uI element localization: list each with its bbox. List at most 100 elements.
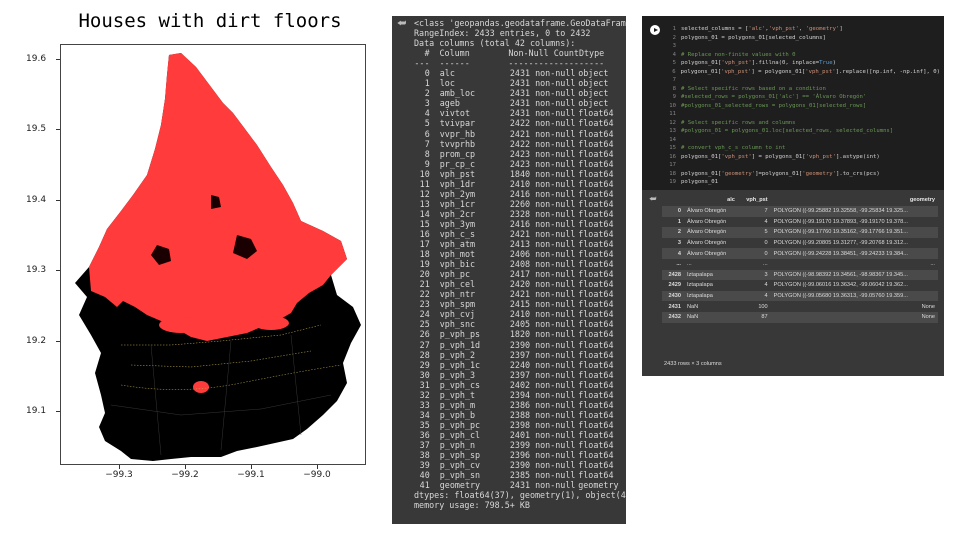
y-tick-mark (56, 59, 60, 60)
info-row: 0 alc 2431 non-null object (424, 68, 609, 79)
code-line[interactable]: 10 #polygons_01_selected_rows = polygons_… (666, 102, 940, 111)
info-row: 24 vph_cvj 2410 non-null float64 (419, 309, 614, 320)
info-footer-line: memory usage: 798.5+ KB (414, 500, 530, 511)
table-cell: POLYGON ((-98.98392 19.34561, -98.98367 … (770, 269, 938, 281)
table-cell: 87 (737, 311, 771, 323)
table-cell: POLYGON ((-99.25882 19.32558, -99.25834 … (770, 206, 938, 217)
table-cell: Iztapalapa (687, 282, 713, 289)
info-row: 20 vph_pc 2417 non-null float64 (419, 269, 614, 280)
table-column-header: geometry (909, 197, 935, 203)
info-row: 16 vph_c_s 2421 non-null float64 (419, 228, 614, 239)
info-row: 25 vph_snc 2405 non-null float64 (419, 319, 614, 330)
dataframe-summary: 2433 rows × 3 columns (664, 361, 722, 367)
info-row: 8 prom_cp 2423 non-null float64 (424, 148, 614, 159)
code-line[interactable]: 5 polygons_01['vph_pst'].fillna(0, inplac… (666, 59, 940, 68)
info-row: 15 vph_3ym 2416 non-null float64 (419, 218, 614, 229)
cdmx-map (75, 53, 361, 461)
map-panel: Houses with dirt floors 19.6 19.5 19.4 1… (0, 0, 380, 540)
map-red-patch (253, 316, 289, 330)
info-row: 6 vvpr_hb 2421 non-null float64 (424, 128, 614, 139)
table-cell: POLYGON ((-99.20805 19.31277, -99.20768 … (773, 240, 908, 247)
table-cell: Iztapalapa (684, 269, 738, 281)
info-header-line: RangeIndex: 2433 entries, 0 to 2432 (414, 28, 591, 39)
code-line[interactable]: 17 (666, 161, 940, 170)
table-cell: 1 (677, 218, 681, 225)
code-line[interactable]: 18 polygons_01['geometry']=polygons_01['g… (666, 170, 940, 179)
info-row: 14 vph_2cr 2328 non-null float64 (419, 208, 614, 219)
run-cell-button[interactable] (650, 25, 660, 35)
table-cell: Iztapalapa (684, 290, 738, 302)
info-header-line: <class 'geopandas.geodataframe.GeoDataFr… (414, 18, 626, 28)
info-row: 38 p_vph_sp 2396 non-null float64 (419, 450, 614, 461)
table-cell: 100 (758, 303, 768, 310)
x-tick-label: −99.3 (105, 470, 133, 480)
table-cell: ... (762, 261, 768, 268)
x-tick-mark (119, 465, 120, 469)
code-cell[interactable]: 1 selected_columns = ['alc','vph_pst', 'g… (642, 16, 944, 190)
code-line[interactable]: 4 # Replace non-finite values with 0 (666, 51, 940, 60)
code-line[interactable]: 2 polygons_01 = polygons_01[selected_colu… (666, 34, 940, 43)
x-tick-mark (185, 465, 186, 469)
info-row: 19 vph_bic 2408 non-null float64 (419, 259, 614, 270)
code-line[interactable]: 15 # convert vph_c_s column to int (666, 144, 940, 153)
y-tick-mark (56, 270, 60, 271)
x-tick-mark (251, 465, 252, 469)
code-line[interactable]: 13 #polygons_01 = polygons_01.loc[selecte… (666, 127, 940, 136)
y-tick-mark (56, 411, 60, 412)
x-tick-label: −99.0 (303, 470, 331, 480)
table-cell: POLYGON ((-99.24228 19.38451, -99.24233 … (770, 248, 938, 259)
table-cell: POLYGON ((-99.19170 19.37893, -99.19170 … (773, 218, 908, 225)
dataframe-table: alc vph_pst geometry 0 Álvaro Obregón 7 POLYG… (662, 194, 938, 323)
dataframe-info-output[interactable]: ⮨ <class 'geopandas.geodataframe.GeoData… (392, 16, 626, 524)
code-editor[interactable]: 1 selected_columns = ['alc','vph_pst', 'g… (666, 25, 940, 187)
table-row: 2428 Iztapalapa 3 POLYGON ((-98.98392 19.34… (662, 269, 938, 281)
info-row: 13 vph_1cr 2260 non-null float64 (419, 198, 614, 209)
code-line[interactable]: 16 polygons_01['vph_pst'] = polygons_01['… (666, 153, 940, 162)
info-header-line: Data columns (total 42 columns): (414, 38, 576, 49)
output-icon[interactable]: ⮨ (397, 18, 406, 29)
info-row: 26 p_vph_ps 1820 non-null float64 (419, 329, 614, 340)
table-cell: 2428 (662, 269, 684, 281)
table-header-row: alc vph_pst geometry (662, 194, 938, 206)
code-line[interactable]: 8 # Select specific rows based on a condi… (666, 85, 940, 94)
info-row: 36 p_vph_cl 2401 non-null float64 (419, 429, 614, 440)
table-cell: POLYGON ((-99.05680 19.36313, -99.05760 … (770, 290, 938, 302)
dataframe-output[interactable]: ⮨ alc vph_pst geometry 0 Álvaro Obregón 7 POL… (642, 190, 944, 376)
code-line[interactable]: 14 (666, 136, 940, 145)
code-line[interactable]: 3 (666, 42, 940, 51)
map-title: Houses with dirt floors (78, 10, 342, 32)
code-line[interactable]: 9 #selected_rows = polygons_01['alc'] == … (666, 93, 940, 102)
table-cell: POLYGON ((-99.06016 19.36342, -99.06042 … (773, 282, 908, 289)
info-row: 5 tvivpar 2422 non-null float64 (424, 118, 614, 129)
code-line[interactable]: 1 selected_columns = ['alc','vph_pst', 'g… (666, 25, 940, 34)
table-cell: 5 (737, 227, 771, 238)
code-line[interactable]: 6 polygons_01['vph_pst'] = polygons_01['v… (666, 68, 940, 77)
table-cell: NaN (684, 311, 738, 323)
table-cell: ... (687, 261, 692, 268)
y-tick-mark (56, 200, 60, 201)
x-tick-label: −99.2 (171, 470, 199, 480)
info-row: 10 vph_pst 1840 non-null float64 (419, 168, 614, 179)
table-cell: 3 (737, 269, 771, 281)
info-row: 11 vph_1dr 2410 non-null float64 (419, 178, 614, 189)
output-icon[interactable]: ⮨ (649, 194, 656, 204)
code-line[interactable]: 7 (666, 76, 940, 85)
table-column-header (662, 194, 684, 206)
table-cell: 2431 (668, 303, 681, 310)
info-row: 22 vph_ntr 2421 non-null float64 (419, 289, 614, 300)
table-row: 3 Álvaro Obregón 0 POLYGON ((-99.20805 19.3… (662, 238, 938, 249)
info-row: 1 loc 2431 non-null object (424, 78, 609, 89)
table-row: ............ (662, 259, 938, 270)
info-column-separator: --- ------ -------------- ----- (414, 58, 605, 69)
table-cell: Álvaro Obregón (684, 227, 738, 238)
code-line[interactable]: 11 (666, 110, 940, 119)
code-line[interactable]: 12 # Select specific rows and columns (666, 119, 940, 128)
table-row: 2 Álvaro Obregón 5 POLYGON ((-99.17760 19.3… (662, 227, 938, 238)
info-row: 23 vph_spm 2415 non-null float64 (419, 299, 614, 310)
info-row: 28 p_vph_2 2397 non-null float64 (419, 349, 614, 360)
table-row: 2430 Iztapalapa 4 POLYGON ((-99.05680 19.36… (662, 290, 938, 302)
table-cell: 4 (764, 218, 768, 225)
table-cell: 4 (737, 290, 771, 302)
table-cell: None (770, 311, 938, 323)
code-line[interactable]: 19 polygons_01 (666, 178, 940, 187)
